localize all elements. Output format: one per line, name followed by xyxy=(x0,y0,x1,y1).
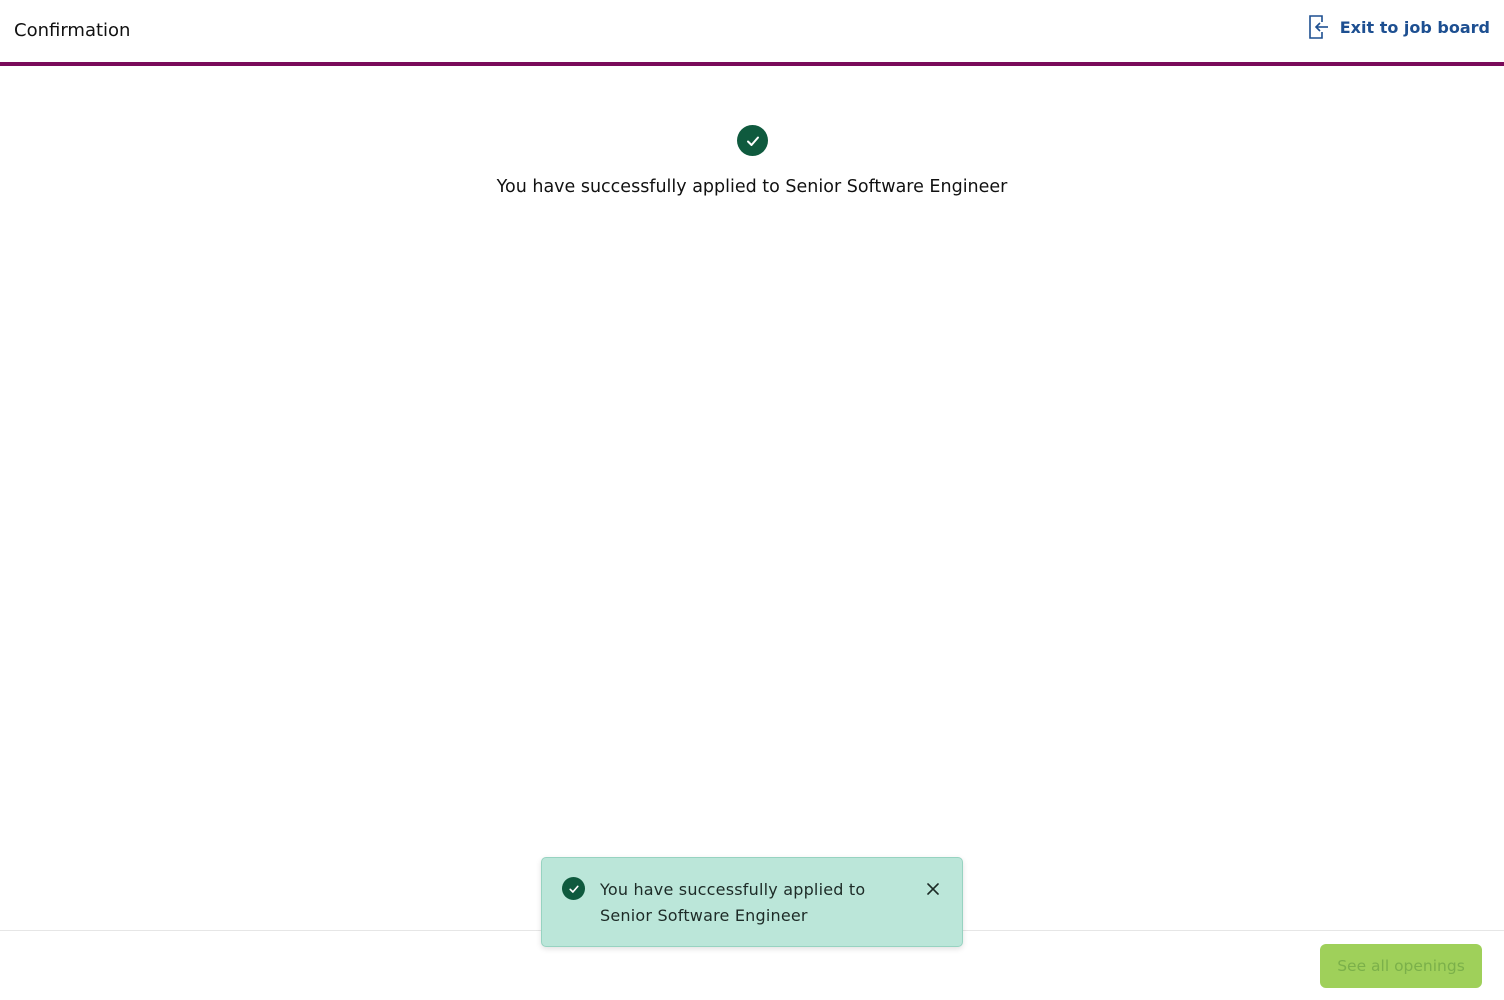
exit-link-label: Exit to job board xyxy=(1339,17,1490,37)
close-icon[interactable] xyxy=(926,881,940,895)
success-toast: You have successfully applied to Senior … xyxy=(541,857,963,947)
exit-door-icon xyxy=(1308,14,1330,40)
toast-message: You have successfully applied to Senior … xyxy=(600,880,866,925)
header: Confirmation Exit to job board xyxy=(0,0,1504,66)
check-circle-icon xyxy=(562,877,585,900)
page-title: Confirmation xyxy=(14,20,131,41)
exit-to-job-board-link[interactable]: Exit to job board xyxy=(1308,14,1490,40)
check-circle-icon xyxy=(737,125,768,156)
see-all-openings-button[interactable]: See all openings xyxy=(1320,944,1482,988)
confirmation-message: You have successfully applied to Senior … xyxy=(496,177,1008,197)
